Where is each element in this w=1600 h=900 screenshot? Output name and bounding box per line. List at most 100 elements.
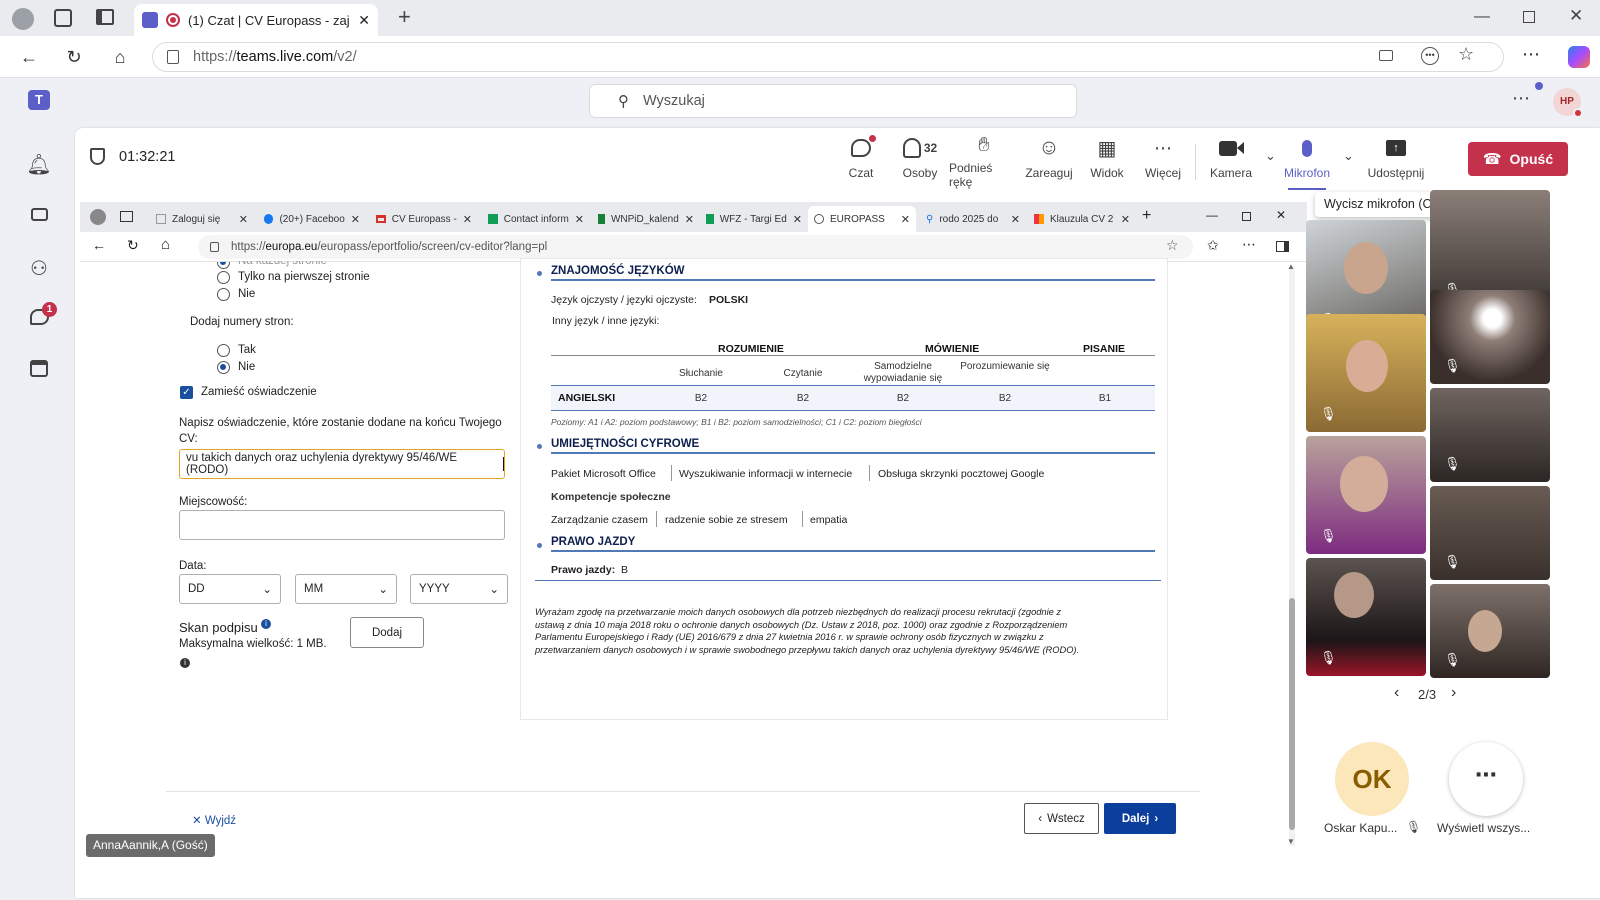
back-icon[interactable]: ← bbox=[18, 46, 40, 68]
chat-button[interactable]: Czat bbox=[837, 134, 885, 188]
radio-first-page bbox=[217, 271, 230, 284]
sub-listening: Słuchanie bbox=[679, 368, 723, 379]
divider bbox=[656, 511, 657, 527]
browser-menu-icon[interactable]: ⋯ bbox=[1522, 44, 1540, 65]
hand-icon: ✋︎ bbox=[978, 134, 990, 156]
grid-view-icon: ▦ bbox=[1097, 137, 1117, 160]
shared-url-path: /europass/eportfolio/screen/cv-editor?la… bbox=[317, 241, 548, 253]
people-button[interactable]: 32 Osoby bbox=[895, 134, 945, 188]
mic-off-icon: 🎙︎ bbox=[1444, 652, 1461, 667]
react-button[interactable]: ☺︎ Zareaguj bbox=[1021, 134, 1077, 188]
participant-video[interactable]: 🎙︎ bbox=[1306, 558, 1426, 676]
reload-icon[interactable]: ↻ bbox=[63, 46, 85, 68]
vertical-tabs-icon[interactable] bbox=[96, 9, 114, 25]
view-all-label: Wyświetl wszys... bbox=[1437, 821, 1531, 835]
participant-video[interactable]: 🎙︎ bbox=[1430, 388, 1550, 482]
participant-video[interactable]: 🎙︎ bbox=[1430, 290, 1550, 384]
participant-video[interactable]: 🎙︎ bbox=[1430, 584, 1550, 678]
favorite-star-icon[interactable]: ☆ bbox=[1458, 44, 1474, 65]
teams-header: T ⚲ Wyszukaj ⋯ HP bbox=[0, 78, 1600, 126]
bullet bbox=[537, 543, 542, 548]
person-silhouette-icon bbox=[1344, 242, 1388, 294]
row-language: ANGIELSKI bbox=[558, 392, 616, 404]
participant-name: Oskar Kapu... bbox=[1324, 821, 1398, 835]
person-silhouette-icon bbox=[1334, 572, 1374, 618]
leave-button[interactable]: ☎︎ Opuść bbox=[1468, 142, 1568, 176]
digital-heading: UMIEJĘTNOŚCI CYFROWE bbox=[551, 438, 700, 450]
date-day-value: DD bbox=[188, 583, 205, 595]
minimize-icon[interactable]: — bbox=[1474, 8, 1490, 26]
gallery-prev-icon[interactable]: ‹ bbox=[1394, 684, 1399, 702]
profile-icon[interactable] bbox=[12, 8, 34, 30]
mic-off-icon: 🎙︎ bbox=[1444, 554, 1461, 569]
video-gallery: 🎙︎ 🎙︎ 🎙︎ 🎙︎ 🎙︎ 🎙︎ 🎙︎ 🎙︎ 🎙︎ bbox=[1306, 190, 1556, 810]
shared-url-text: https://europa.eu/europass/eportfolio/sc… bbox=[231, 241, 547, 253]
table-rule bbox=[551, 410, 1155, 411]
declaration-checkbox-label: Zamieść oświadczenie bbox=[201, 386, 317, 398]
calendar-icon[interactable] bbox=[26, 360, 52, 386]
url-prefix: https:// bbox=[193, 49, 237, 65]
date-year-select: YYYY ⌄ bbox=[410, 574, 508, 604]
more-tools-icon[interactable]: ••• bbox=[1421, 47, 1439, 65]
more-icon: ⋯ bbox=[1475, 762, 1497, 787]
share-button[interactable]: ↑ Udostępnij bbox=[1363, 134, 1429, 188]
camera-button[interactable]: Kamera bbox=[1206, 134, 1256, 188]
copilot-icon[interactable] bbox=[1568, 46, 1590, 68]
browser-tab-active[interactable]: (1) Czat | CV Europass - zajęc ✕ bbox=[134, 4, 378, 36]
settings-more-icon[interactable]: ⋯ bbox=[1512, 88, 1530, 109]
divider bbox=[671, 465, 672, 481]
cell-spoken-interaction: B2 bbox=[998, 393, 1012, 404]
section-rule bbox=[535, 580, 1161, 581]
back-button: ‹ Wstecz bbox=[1024, 803, 1099, 834]
search-box[interactable]: ⚲ Wyszukaj bbox=[589, 84, 1077, 118]
url-field[interactable]: https://teams.live.com/v2/ ••• ☆ bbox=[152, 42, 1504, 72]
info-icon: i bbox=[180, 658, 190, 668]
share-label: Udostępnij bbox=[1367, 166, 1425, 180]
page-numbers-no-radio bbox=[217, 361, 230, 374]
participant-video[interactable]: 🎙︎ bbox=[1306, 436, 1426, 554]
shared-url-prefix: https:// bbox=[231, 241, 266, 253]
footer-rule bbox=[166, 791, 1200, 792]
site-info-icon[interactable] bbox=[167, 50, 179, 64]
close-window-icon[interactable]: ✕ bbox=[1569, 6, 1583, 26]
date-month-select: MM ⌄ bbox=[295, 574, 397, 604]
camera-options-chevron-icon[interactable]: ⌄ bbox=[1265, 148, 1276, 164]
shared-tab: CV Europass - ✕ bbox=[370, 206, 478, 232]
digital-skill: Wyszukiwanie informacji w internecie bbox=[679, 468, 853, 480]
activity-bell-icon[interactable]: 🔔︎ bbox=[26, 152, 52, 178]
meet-video-icon[interactable] bbox=[26, 204, 52, 230]
mic-off-icon: 🎙︎ bbox=[1444, 358, 1461, 373]
mic-button[interactable]: Mikrofon bbox=[1280, 134, 1334, 188]
camera-permission-icon[interactable] bbox=[1379, 50, 1393, 61]
new-tab-icon[interactable]: + bbox=[398, 4, 411, 30]
section-rule bbox=[551, 550, 1155, 552]
chat-unread-dot bbox=[869, 135, 876, 142]
raise-hand-button[interactable]: ✋︎ Podnieś rękę bbox=[949, 134, 1019, 189]
view-all-button[interactable]: ⋯ bbox=[1449, 742, 1523, 816]
declaration-input-value: vu takich danych oraz uchylenia dyrektyw… bbox=[186, 452, 458, 476]
shared-sidebar-icon bbox=[1276, 241, 1289, 252]
mic-options-chevron-icon[interactable]: ⌄ bbox=[1343, 148, 1354, 164]
home-icon[interactable]: ⌂ bbox=[109, 46, 131, 68]
more-button[interactable]: ⋯ Więcej bbox=[1141, 134, 1185, 188]
shared-reload-icon: ↻ bbox=[127, 237, 139, 253]
presence-busy-icon bbox=[1573, 108, 1583, 118]
participant-video[interactable]: 🎙︎ bbox=[1306, 314, 1426, 432]
participant-avatar[interactable]: OK bbox=[1335, 742, 1409, 816]
exit-link: ✕ Wyjdź bbox=[192, 813, 236, 827]
shared-menu-icon: ⋯ bbox=[1242, 236, 1256, 252]
date-year-value: YYYY bbox=[419, 583, 450, 595]
participant-video[interactable]: 🎙︎ bbox=[1430, 486, 1550, 580]
signature-max-size: Maksymalna wielkość: 1 MB. bbox=[179, 638, 327, 650]
close-tab-icon[interactable]: ✕ bbox=[358, 12, 370, 29]
view-button[interactable]: ▦ Widok bbox=[1085, 134, 1129, 188]
communities-icon[interactable]: ⚇ bbox=[26, 256, 52, 282]
browser-tab-bar: (1) Czat | CV Europass - zajęc ✕ + — ✕ bbox=[0, 0, 1600, 36]
shared-tab-label: WNPiD_kalend bbox=[610, 213, 679, 225]
shared-url-host: europa.eu bbox=[265, 241, 318, 253]
radio-no-header bbox=[217, 288, 230, 301]
shared-tab-label: Zaloguj się bbox=[172, 213, 221, 225]
workspaces-icon[interactable] bbox=[54, 9, 72, 27]
restore-icon[interactable] bbox=[1523, 11, 1535, 23]
gallery-next-icon[interactable]: › bbox=[1451, 684, 1456, 702]
